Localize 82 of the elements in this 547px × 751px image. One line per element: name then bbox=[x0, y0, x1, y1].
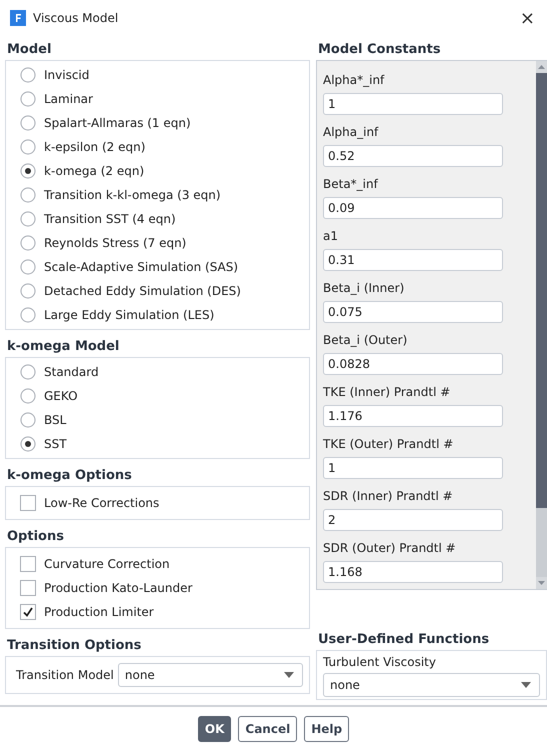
option-label: Laminar bbox=[44, 92, 93, 106]
scroll-up-icon[interactable] bbox=[538, 65, 545, 69]
field-label: a1 bbox=[323, 228, 339, 245]
option-label: Transition k-kl-omega (3 eqn) bbox=[44, 188, 221, 202]
input-field[interactable]: 1.176 bbox=[323, 405, 503, 427]
field-label: TKE (Inner) Prandtl # bbox=[323, 384, 452, 401]
radio-button[interactable] bbox=[20, 139, 36, 155]
option-label: Transition SST (4 eqn) bbox=[44, 212, 176, 226]
field-label: Alpha_inf bbox=[323, 124, 380, 141]
section-header: k-omega Model bbox=[6, 338, 120, 356]
close-button[interactable]: × bbox=[518, 8, 537, 28]
checkbox[interactable] bbox=[20, 495, 36, 511]
input-field[interactable]: 2 bbox=[323, 509, 503, 531]
radio-button[interactable] bbox=[20, 412, 36, 428]
field-label: Beta*_inf bbox=[323, 176, 380, 193]
field-label: TKE (Outer) Prandtl # bbox=[323, 436, 454, 453]
dropdown[interactable]: none bbox=[118, 663, 303, 687]
checkbox[interactable] bbox=[20, 604, 36, 620]
option-label: Large Eddy Simulation (LES) bbox=[44, 308, 214, 322]
option-label: k-epsilon (2 eqn) bbox=[44, 140, 146, 154]
option-label: SST bbox=[44, 437, 67, 451]
option-label: Inviscid bbox=[44, 68, 90, 82]
dropdown[interactable]: none bbox=[323, 673, 540, 697]
section-header: Model Constants bbox=[317, 41, 442, 59]
radio-button[interactable] bbox=[20, 187, 36, 203]
radio-button[interactable] bbox=[20, 283, 36, 299]
section-header: User-Defined Functions bbox=[317, 631, 490, 649]
option-label: Production Limiter bbox=[44, 605, 154, 619]
radio-button[interactable] bbox=[20, 436, 36, 452]
field-label: Alpha*_inf bbox=[323, 72, 386, 89]
option-label: Low-Re Corrections bbox=[44, 496, 160, 510]
input-field[interactable]: 0.52 bbox=[323, 145, 503, 167]
caret-icon bbox=[521, 682, 531, 688]
dropdown-value: none bbox=[330, 678, 360, 692]
option-label: k-omega (2 eqn) bbox=[44, 164, 144, 178]
field-label: Turbulent Viscosity bbox=[323, 655, 437, 669]
window-title: Viscous Model bbox=[33, 11, 120, 25]
radio-button[interactable] bbox=[20, 307, 36, 323]
dialog-button[interactable]: Cancel bbox=[238, 716, 298, 742]
checkbox[interactable] bbox=[20, 556, 36, 572]
scroll-down-icon[interactable] bbox=[538, 581, 545, 585]
option-label: Production Kato-Launder bbox=[44, 581, 192, 595]
input-field[interactable]: 0.31 bbox=[323, 249, 503, 271]
radio-button[interactable] bbox=[20, 115, 36, 131]
field-label: SDR (Outer) Prandtl # bbox=[323, 540, 457, 557]
field-label: Beta_i (Inner) bbox=[323, 280, 406, 297]
radio-button[interactable] bbox=[20, 235, 36, 251]
radio-button[interactable] bbox=[20, 163, 36, 179]
option-label: Scale-Adaptive Simulation (SAS) bbox=[44, 260, 238, 274]
option-label: BSL bbox=[44, 413, 66, 427]
dialog-button[interactable]: Help bbox=[304, 716, 350, 742]
scrollbar[interactable] bbox=[536, 61, 547, 589]
input-field[interactable]: 0.0828 bbox=[323, 353, 503, 375]
checkbox[interactable] bbox=[20, 580, 36, 596]
dropdown-value: none bbox=[124, 668, 155, 682]
option-label: Reynolds Stress (7 eqn) bbox=[44, 236, 186, 250]
section-header: k-omega Options bbox=[6, 467, 133, 485]
field-label: Beta_i (Outer) bbox=[323, 332, 408, 349]
input-field[interactable]: 1.168 bbox=[323, 561, 503, 583]
radio-button[interactable] bbox=[20, 259, 36, 275]
radio-button[interactable] bbox=[20, 67, 36, 83]
field-label: SDR (Inner) Prandtl # bbox=[323, 488, 454, 505]
radio-button[interactable] bbox=[20, 211, 36, 227]
section-header: Model bbox=[6, 41, 52, 59]
input-field[interactable]: 0.09 bbox=[323, 197, 503, 219]
option-label: GEKO bbox=[44, 389, 78, 403]
app-logo-icon bbox=[10, 10, 26, 26]
caret-icon bbox=[284, 672, 294, 678]
option-label: Spalart-Allmaras (1 eqn) bbox=[44, 116, 191, 130]
input-field[interactable]: 1 bbox=[323, 93, 503, 115]
radio-button[interactable] bbox=[20, 388, 36, 404]
radio-button[interactable] bbox=[20, 364, 36, 380]
input-field[interactable]: 1 bbox=[323, 457, 503, 479]
field-label: Transition Model bbox=[16, 668, 114, 682]
radio-button[interactable] bbox=[20, 91, 36, 107]
section-header: Options bbox=[6, 528, 65, 546]
dialog-button[interactable]: OK bbox=[198, 716, 232, 742]
option-label: Standard bbox=[44, 365, 99, 379]
option-label: Curvature Correction bbox=[44, 557, 170, 571]
section-header: Transition Options bbox=[6, 637, 142, 655]
option-label: Detached Eddy Simulation (DES) bbox=[44, 284, 241, 298]
input-field[interactable]: 0.075 bbox=[323, 301, 503, 323]
